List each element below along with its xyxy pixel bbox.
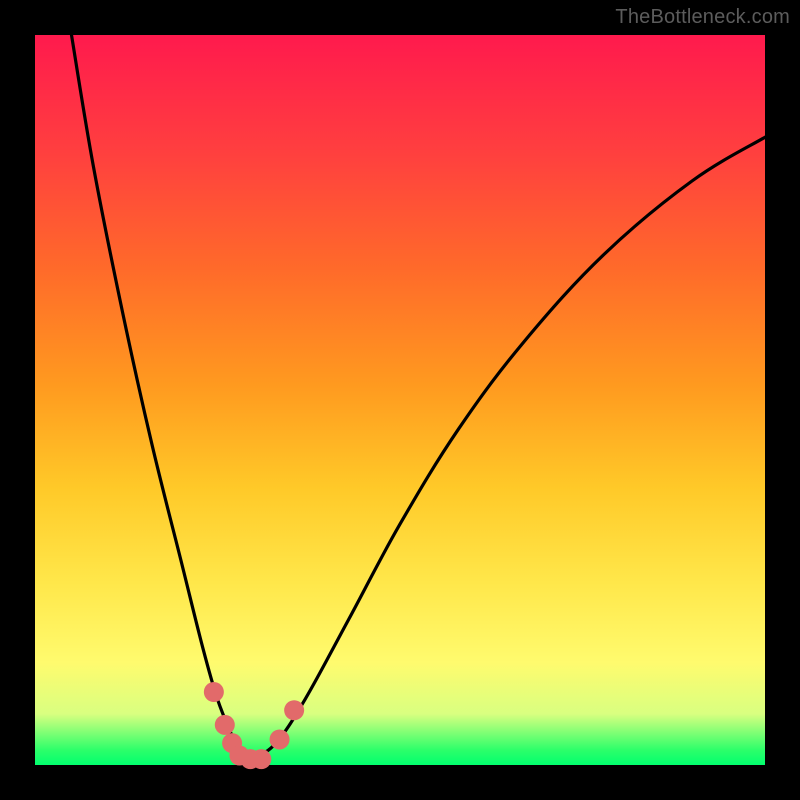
curve-marker [251, 749, 271, 769]
curve-marker [204, 682, 224, 702]
plot-area [35, 35, 765, 765]
curve-marker [215, 715, 235, 735]
chart-svg [35, 35, 765, 765]
bottleneck-curve [72, 35, 766, 759]
chart-frame: TheBottleneck.com [0, 0, 800, 800]
curve-marker [284, 700, 304, 720]
watermark-text: TheBottleneck.com [615, 6, 790, 29]
curve-marker [270, 729, 290, 749]
